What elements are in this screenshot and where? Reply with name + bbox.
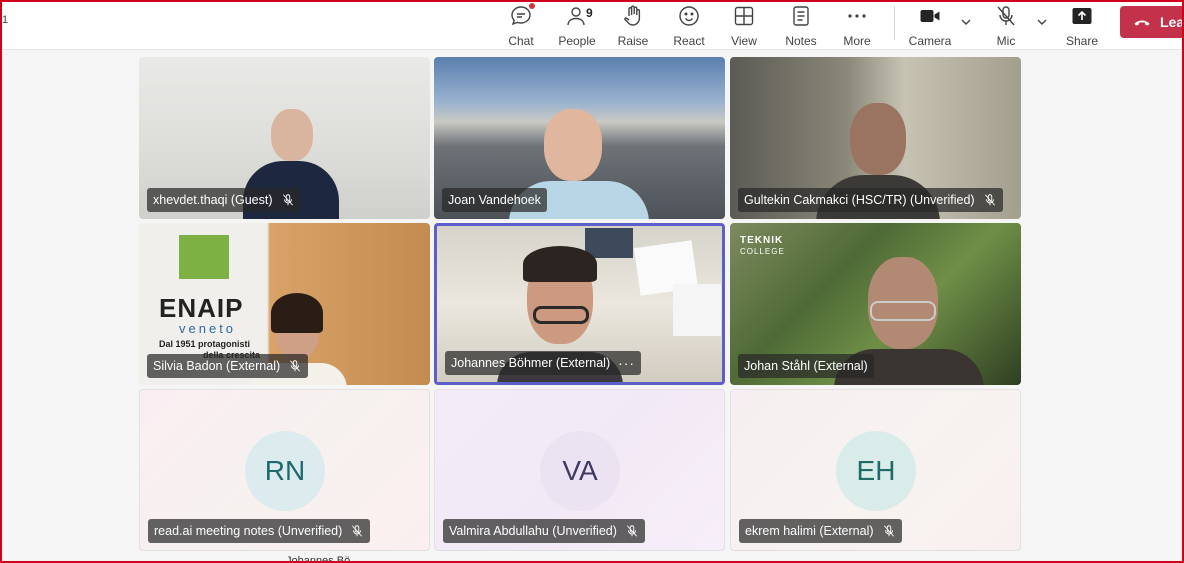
participant-name-tag: Johan Ståhl (External) xyxy=(738,354,874,378)
video-tile[interactable]: Joan Vandehoek xyxy=(434,57,725,219)
enaip-logo-text: ENAIP xyxy=(159,293,244,323)
camera-options-chevron-icon[interactable] xyxy=(959,12,973,32)
leave-button[interactable]: Lea xyxy=(1120,6,1184,38)
participant-name-tag: Gultekin Cakmakci (HSC/TR) (Unverified) xyxy=(738,188,1003,212)
participant-name-tag: Valmira Abdullahu (Unverified) xyxy=(443,519,645,543)
participant-name: read.ai meeting notes (Unverified) xyxy=(154,524,343,538)
wall-poster xyxy=(585,228,633,258)
participant-name: Silvia Badon (External) xyxy=(153,359,281,373)
teknik-logo-sub: COLLEGE xyxy=(740,247,785,256)
avatar: EH xyxy=(836,431,916,511)
people-label: People xyxy=(558,34,596,48)
mic-muted-icon xyxy=(626,525,637,537)
video-tile-speaking[interactable]: Johannes Böhmer (External) ··· xyxy=(434,223,725,385)
share-label: Share xyxy=(1065,34,1099,48)
mic-button[interactable]: Mic xyxy=(980,2,1032,48)
participant-name-tag: read.ai meeting notes (Unverified) xyxy=(148,519,371,543)
people-count: 9 xyxy=(586,6,593,20)
chat-button[interactable]: Chat xyxy=(495,2,547,48)
enaip-logo-mark xyxy=(179,235,229,279)
participant-name-tag: ekrem halimi (External) xyxy=(739,519,902,543)
avatar: RN xyxy=(245,431,325,511)
participant-glasses xyxy=(533,306,589,324)
camera-label: Camera xyxy=(908,34,952,48)
edge-mark: 1 xyxy=(2,14,9,26)
raise-label: Raise xyxy=(617,34,649,48)
notes-label: Notes xyxy=(785,34,817,48)
participant-hair xyxy=(523,246,597,282)
avatar-tile[interactable]: RN read.ai meeting notes (Unverified) xyxy=(139,389,430,551)
toolbar-divider xyxy=(894,6,895,40)
chat-label: Chat xyxy=(508,34,534,48)
participant-glasses xyxy=(870,301,936,321)
teknik-logo-text: TEKNIK xyxy=(740,235,784,246)
more-label: More xyxy=(843,34,871,48)
participant-face xyxy=(544,109,602,181)
partial-participant-label: Johannes Bö... xyxy=(286,555,360,563)
participant-name-tag: Joan Vandehoek xyxy=(442,188,547,212)
share-icon xyxy=(1072,8,1092,24)
react-label: React xyxy=(673,34,705,48)
raise-hand-icon xyxy=(624,5,641,26)
mic-options-chevron-icon[interactable] xyxy=(1035,12,1049,32)
participant-name-tag: xhevdet.thaqi (Guest) xyxy=(147,188,301,212)
more-icon xyxy=(848,14,866,18)
notes-button[interactable]: Notes xyxy=(775,2,827,48)
participant-name-tag: Johannes Böhmer (External) ··· xyxy=(445,351,642,375)
meeting-toolbar: 1 Chat 9 People Raise React View Notes M… xyxy=(0,0,1184,50)
camera-button[interactable]: Camera xyxy=(904,2,956,48)
mic-muted-icon xyxy=(984,194,995,206)
notes-icon xyxy=(793,6,809,26)
participant-name-tag: Silvia Badon (External) xyxy=(147,354,309,378)
notification-dot xyxy=(529,3,535,9)
react-button[interactable]: React xyxy=(663,2,715,48)
video-tile[interactable]: ENAIP veneto Dal 1951 protagonisti della… xyxy=(139,223,430,385)
more-options-icon[interactable]: ··· xyxy=(618,355,635,371)
participant-name: Gultekin Cakmakci (HSC/TR) (Unverified) xyxy=(744,193,975,207)
view-label: View xyxy=(731,34,757,48)
mic-muted-icon xyxy=(997,6,1015,26)
grid-view-icon xyxy=(734,6,754,26)
avatar: VA xyxy=(540,431,620,511)
mic-muted-icon xyxy=(282,194,293,206)
phone-hangup-icon xyxy=(1134,20,1150,26)
smiley-icon xyxy=(679,6,699,26)
enaip-logo-sub: veneto xyxy=(179,321,237,336)
avatar-tile[interactable]: EH ekrem halimi (External) xyxy=(730,389,1021,551)
participant-name: Johan Ståhl (External) xyxy=(744,359,868,373)
raise-hand-button[interactable]: Raise xyxy=(607,2,659,48)
participant-name: Joan Vandehoek xyxy=(448,193,541,207)
video-tile[interactable]: Gultekin Cakmakci (HSC/TR) (Unverified) xyxy=(730,57,1021,219)
mic-muted-icon xyxy=(290,360,301,372)
video-tile[interactable]: TEKNIK COLLEGE Johan Ståhl (External) xyxy=(730,223,1021,385)
mic-muted-icon xyxy=(352,525,363,537)
view-button[interactable]: View xyxy=(718,2,770,48)
participant-hair xyxy=(271,293,323,333)
participant-face xyxy=(850,103,906,175)
camera-icon xyxy=(920,10,940,22)
mic-muted-icon xyxy=(883,525,894,537)
leave-label: Lea xyxy=(1160,14,1184,30)
avatar-tile[interactable]: VA Valmira Abdullahu (Unverified) xyxy=(434,389,725,551)
participant-name: Johannes Böhmer (External) xyxy=(451,356,611,370)
wall-chart xyxy=(673,284,721,336)
more-button[interactable]: More xyxy=(831,2,883,48)
mic-label: Mic xyxy=(996,34,1016,48)
enaip-tagline: Dal 1951 protagonisti xyxy=(159,339,251,349)
participant-name: ekrem halimi (External) xyxy=(745,524,874,538)
participant-name: xhevdet.thaqi (Guest) xyxy=(153,193,273,207)
participant-face xyxy=(271,109,313,161)
people-button[interactable]: 9 People xyxy=(551,2,603,48)
participant-name: Valmira Abdullahu (Unverified) xyxy=(449,524,617,538)
video-tile[interactable]: xhevdet.thaqi (Guest) xyxy=(139,57,430,219)
share-button[interactable]: Share xyxy=(1056,2,1108,48)
